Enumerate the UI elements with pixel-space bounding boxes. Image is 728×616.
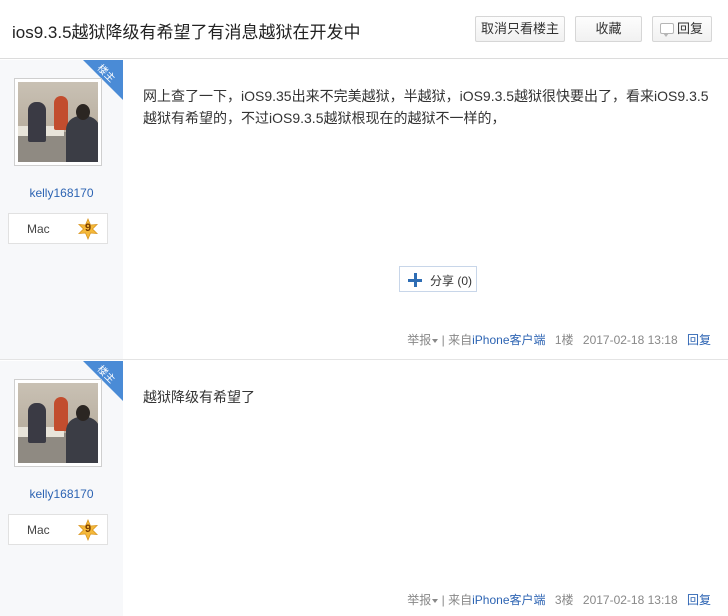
level-number: 9 [84,523,92,535]
source-prefix: 来自 [448,333,473,347]
footer-separator: | [441,593,445,607]
favorite-button[interactable]: 收藏 [575,16,642,42]
footer-separator: | [441,333,445,347]
post-floor-1: 楼主 kelly168170 Mac 9 网上查了一下，iOS9.35出来不完美… [0,60,728,360]
floor-number: 3楼 [554,593,574,607]
level-star-icon: 9 [77,217,99,241]
level-number: 9 [84,222,92,234]
post-content: 越狱降级有希望了 [143,389,255,405]
level-name: Mac [27,523,50,537]
author-sidebar: 楼主 kelly168170 Mac 9 [0,60,123,359]
avatar[interactable] [14,379,102,467]
author-username[interactable]: kelly168170 [0,487,123,501]
avatar[interactable] [14,78,102,166]
post-content: 网上查了一下，iOS9.35出来不完美越狱，半越狱，iOS9.3.5越狱很快要出… [143,88,709,126]
author-username[interactable]: kelly168170 [0,186,123,200]
author-level: Mac 9 [8,514,108,545]
author-sidebar: 楼主 kelly168170 Mac 9 [0,361,123,616]
report-link[interactable]: 举报 [407,331,439,348]
avatar-image [18,82,98,162]
author-level: Mac 9 [8,213,108,244]
post-reply-link[interactable]: 回复 [687,331,711,348]
share-label: 分享 (0) [430,274,473,288]
post-footer: 举报 | 来自iPhone客户端 3楼 2017-02-18 13:18 回复 [407,591,711,608]
report-link[interactable]: 举报 [407,591,439,608]
avatar-image [18,383,98,463]
reply-button-label: 回复 [676,21,703,36]
thread-title: ios9.3.5越狱降级有希望了有消息越狱在开发中 [12,23,361,42]
share-button[interactable]: 分享 (0) [399,266,477,292]
source-client-link[interactable]: iPhone客户端 [472,331,545,348]
source-client-link[interactable]: iPhone客户端 [472,591,545,608]
level-star-icon: 9 [77,518,99,542]
cancel-only-op-button[interactable]: 取消只看楼主 [475,16,565,42]
source-prefix: 来自 [448,593,473,607]
post-timestamp: 2017-02-18 13:18 [582,333,678,347]
floor-number: 1楼 [554,333,574,347]
caret-down-icon [432,338,439,343]
post-floor-3: 楼主 kelly168170 Mac 9 越狱降级有希望了 举报 | 来自iPh… [0,361,728,616]
plus-icon [408,273,422,287]
level-name: Mac [27,222,50,236]
post-reply-link[interactable]: 回复 [687,591,711,608]
comment-icon [660,23,674,37]
post-footer: 举报 | 来自iPhone客户端 1楼 2017-02-18 13:18 回复 [407,331,711,348]
caret-down-icon [432,598,439,603]
post-timestamp: 2017-02-18 13:18 [582,593,678,607]
reply-button[interactable]: 回复 [652,16,712,42]
thread-header: ios9.3.5越狱降级有希望了有消息越狱在开发中 取消只看楼主 收藏 回复 [0,0,728,59]
